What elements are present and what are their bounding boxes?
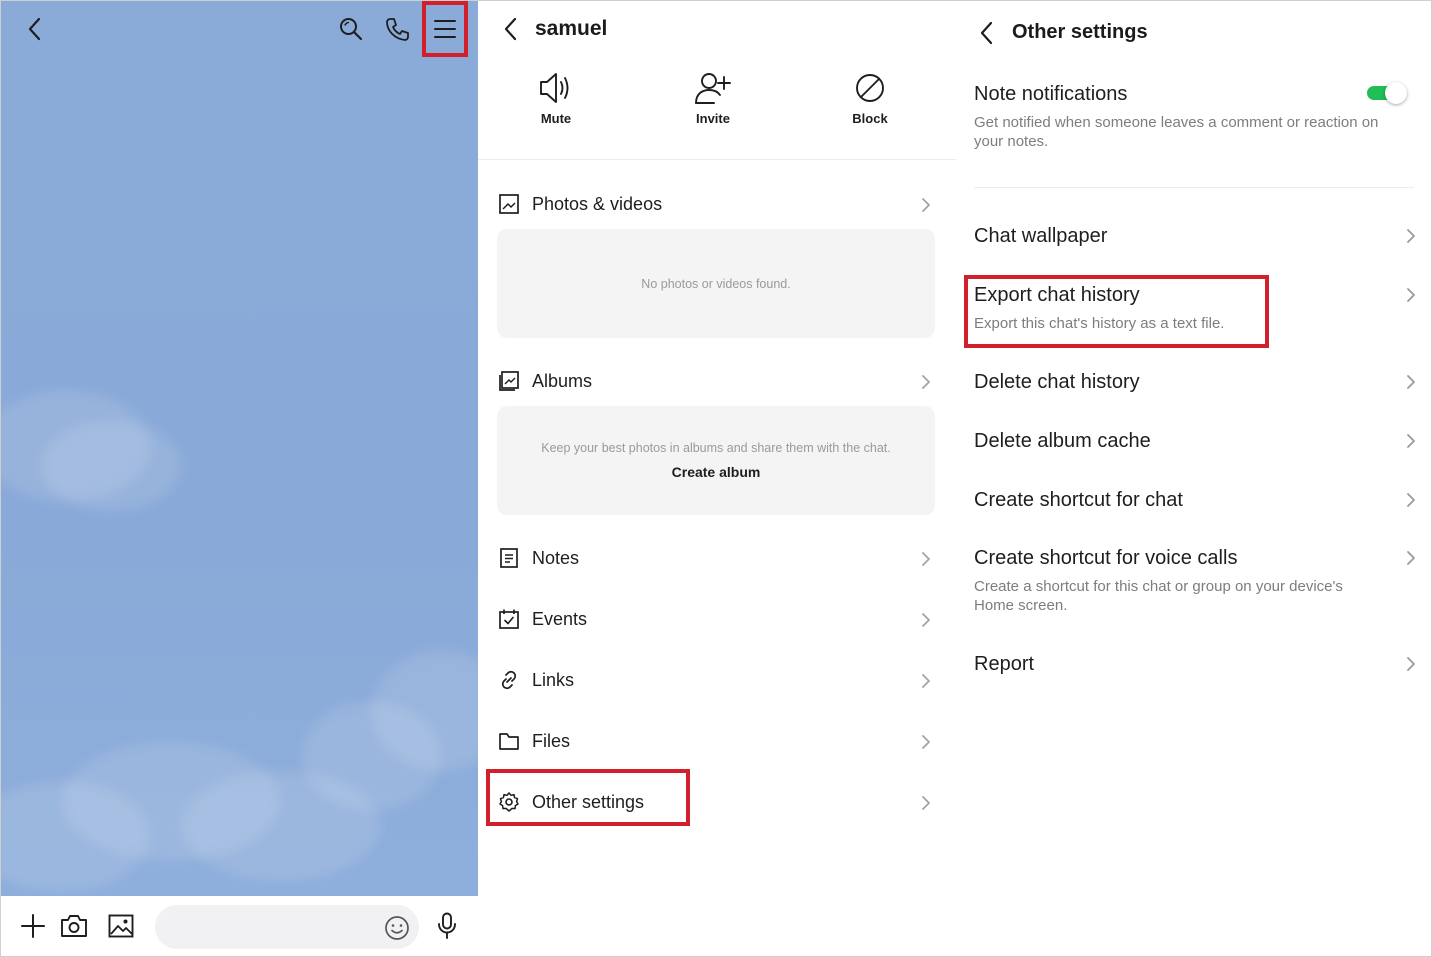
delete-album-cache-row[interactable]: Delete album cache: [974, 429, 1415, 453]
mute-button[interactable]: Mute: [506, 71, 606, 126]
phone-icon[interactable]: [383, 15, 411, 43]
chevron-left-icon[interactable]: [21, 15, 47, 43]
albums-empty-state: Keep your best photos in albums and shar…: [497, 406, 935, 515]
chevron-right-icon: [1407, 434, 1415, 448]
chat-wallpaper: [1, 1, 478, 896]
photo-icon: [499, 194, 519, 214]
albums-row[interactable]: Albums: [478, 362, 956, 402]
chevron-right-icon: [1407, 657, 1415, 671]
create-shortcut-chat-title: Create shortcut for chat: [974, 489, 1183, 511]
chat-top-bar: [1, 1, 478, 59]
chevron-right-icon: [1407, 551, 1415, 565]
report-title: Report: [974, 653, 1035, 675]
links-label: Links: [532, 670, 575, 690]
message-input-field[interactable]: [155, 905, 419, 949]
create-shortcut-voice-calls-title: Create shortcut for voice calls: [974, 547, 1238, 569]
block-label: Block: [852, 111, 888, 126]
create-shortcut-chat-row[interactable]: Create shortcut for chat: [974, 488, 1415, 512]
divider: [974, 187, 1414, 188]
note-notifications-title: Note notifications: [974, 83, 1128, 105]
link-icon: [501, 670, 517, 690]
chat-info-title: samuel: [535, 17, 608, 40]
other-settings-title: Other settings: [1012, 21, 1148, 43]
other-settings-highlight-box: [486, 769, 690, 826]
photos-videos-label: Photos & videos: [532, 194, 663, 214]
invite-label: Invite: [696, 111, 730, 126]
note-notifications-description: Get notified when someone leaves a comme…: [974, 114, 1379, 150]
quick-actions: Mute Invite Block: [478, 71, 956, 151]
chevron-right-icon: [922, 796, 930, 810]
chevron-right-icon: [922, 552, 930, 566]
invite-button[interactable]: Invite: [663, 71, 763, 126]
note-notifications-toggle[interactable]: [1367, 82, 1409, 104]
add-user-icon: [695, 73, 731, 104]
create-shortcut-voice-calls-row[interactable]: Create shortcut for voice calls Create a…: [974, 546, 1415, 615]
chevron-left-icon[interactable]: [498, 15, 522, 43]
chat-wallpaper-row[interactable]: Chat wallpaper: [974, 224, 1415, 248]
block-button[interactable]: Block: [820, 71, 920, 126]
block-icon: [856, 74, 884, 102]
mute-label: Mute: [540, 111, 572, 126]
note-notifications-setting: Note notifications Get notified when som…: [974, 82, 1414, 151]
create-album-button[interactable]: Create album: [497, 464, 935, 480]
events-label: Events: [532, 609, 588, 629]
image-icon[interactable]: [106, 912, 136, 940]
delete-album-cache-title: Delete album cache: [974, 430, 1151, 452]
photos-empty-state: No photos or videos found.: [497, 229, 935, 338]
search-icon[interactable]: [337, 15, 365, 43]
microphone-icon[interactable]: [433, 911, 461, 941]
photos-videos-row[interactable]: Photos & videos: [478, 185, 956, 225]
folder-icon: [499, 733, 519, 750]
chevron-right-icon: [922, 198, 930, 212]
chevron-left-icon[interactable]: [974, 19, 998, 47]
delete-chat-history-row[interactable]: Delete chat history: [974, 370, 1415, 394]
create-shortcut-voice-calls-description: Create a shortcut for this chat or group…: [974, 578, 1343, 614]
chevron-right-icon: [922, 674, 930, 688]
albums-label: Albums: [532, 371, 593, 391]
divider: [478, 159, 956, 160]
chat-panel: [1, 1, 478, 956]
albums-empty-text: Keep your best photos in albums and shar…: [541, 441, 891, 455]
calendar-check-icon: [499, 609, 519, 629]
notes-row[interactable]: Notes: [478, 539, 956, 579]
links-row[interactable]: Links: [478, 661, 956, 701]
other-settings-panel: Other settings Note notifications Get no…: [956, 1, 1431, 956]
notes-icon: [500, 548, 518, 568]
chevron-right-icon: [1407, 493, 1415, 507]
plus-icon[interactable]: [19, 912, 47, 940]
album-icon: [499, 371, 519, 391]
chevron-right-icon: [922, 735, 930, 749]
chevron-right-icon: [1407, 229, 1415, 243]
chevron-right-icon: [922, 375, 930, 389]
chevron-right-icon: [1407, 288, 1415, 302]
chat-info-header: samuel: [478, 1, 956, 59]
export-chat-history-highlight-box: [964, 275, 1269, 348]
notes-label: Notes: [532, 548, 580, 568]
photos-empty-text: No photos or videos found.: [641, 277, 791, 291]
menu-highlight-box: [422, 1, 468, 57]
files-row[interactable]: Files: [478, 722, 956, 762]
emoji-icon[interactable]: [383, 914, 411, 942]
chevron-right-icon: [1407, 375, 1415, 389]
events-row[interactable]: Events: [478, 600, 956, 640]
message-input-bar: [1, 896, 478, 956]
camera-icon[interactable]: [59, 912, 89, 940]
delete-chat-history-title: Delete chat history: [974, 371, 1140, 393]
report-row[interactable]: Report: [974, 652, 1415, 676]
speaker-icon: [540, 73, 569, 103]
chevron-right-icon: [922, 613, 930, 627]
files-label: Files: [532, 731, 571, 751]
chat-info-panel: samuel Mute Invite Block Photos & videos…: [478, 1, 956, 956]
chat-wallpaper-title: Chat wallpaper: [974, 225, 1108, 247]
